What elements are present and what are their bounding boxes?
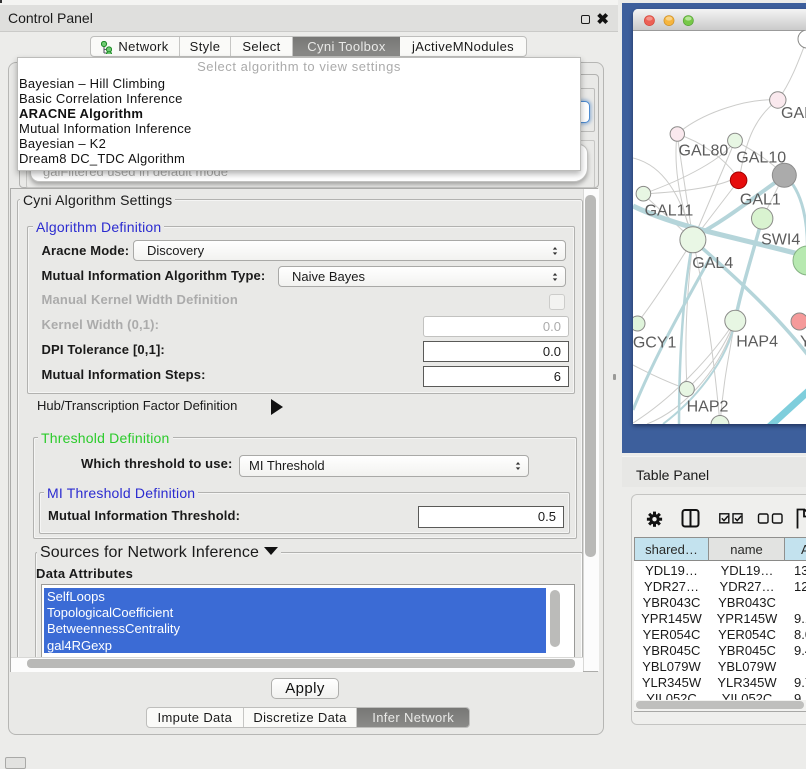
svg-text:GAL10: GAL10 bbox=[736, 150, 786, 167]
svg-text:HAP2: HAP2 bbox=[687, 399, 729, 416]
svg-text:SWI4: SWI4 bbox=[761, 232, 800, 249]
svg-text:HAP4: HAP4 bbox=[736, 334, 778, 351]
svg-text:GAL80: GAL80 bbox=[679, 143, 729, 160]
svg-text:GAL11: GAL11 bbox=[645, 203, 694, 220]
svg-text:GCY1: GCY1 bbox=[633, 335, 676, 352]
svg-text:Y: Y bbox=[800, 334, 806, 351]
svg-text:GAL4: GAL4 bbox=[692, 255, 733, 272]
svg-text:GAL1: GAL1 bbox=[740, 192, 781, 209]
svg-text:GAL7: GAL7 bbox=[781, 105, 806, 122]
